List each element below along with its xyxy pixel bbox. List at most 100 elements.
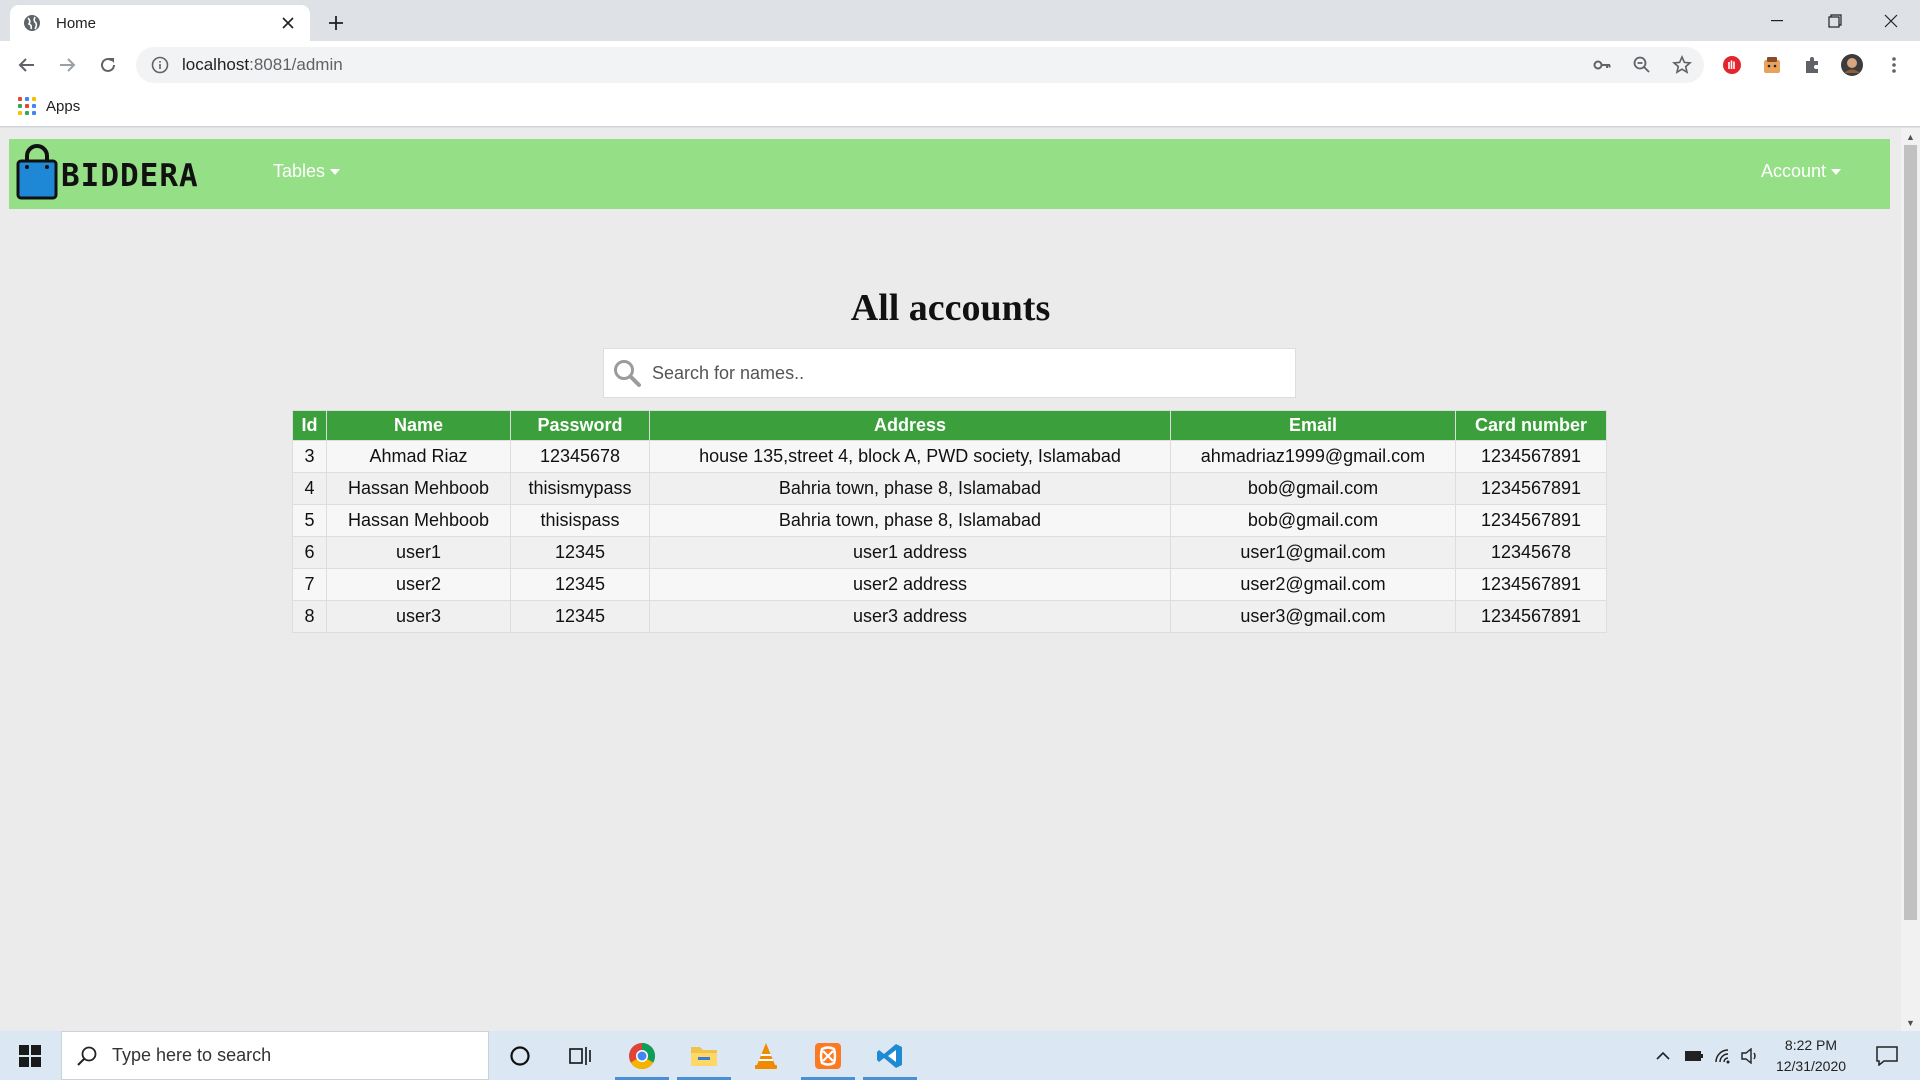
cell-card-number: 1234567891: [1455, 440, 1607, 473]
cell-address: Bahria town, phase 8, Islamabad: [649, 472, 1171, 505]
bookmarks-bar: Apps: [0, 88, 1920, 127]
table-row: 3 Ahmad Riaz 12345678 house 135,street 4…: [292, 440, 1607, 473]
nav-tables-label: Tables: [273, 161, 326, 181]
cell-name: Hassan Mehboob: [326, 504, 511, 537]
battery-icon[interactable]: [1680, 1031, 1708, 1080]
star-icon[interactable]: [1666, 49, 1698, 81]
vlc-icon[interactable]: [736, 1031, 796, 1080]
cell-id: 3: [292, 440, 327, 473]
info-icon[interactable]: [150, 55, 170, 75]
close-window-icon[interactable]: [1862, 0, 1920, 41]
scrollbar-thumb[interactable]: [1904, 145, 1917, 920]
shopping-bag-icon: [16, 144, 58, 200]
column-header-id[interactable]: Id: [292, 410, 327, 441]
cell-name: user1: [326, 536, 511, 569]
address-bar[interactable]: localhost:8081/admin: [136, 47, 1704, 83]
browser-toolbar: localhost:8081/admin: [0, 41, 1920, 88]
cell-email: ahmadriaz1999@gmail.com: [1170, 440, 1456, 473]
cell-password: 12345678: [510, 440, 650, 473]
cell-card-number: 1234567891: [1455, 568, 1607, 601]
column-header-card-number[interactable]: Card number: [1455, 410, 1607, 441]
menu-dots-icon[interactable]: [1878, 49, 1910, 81]
zoom-icon[interactable]: [1626, 49, 1658, 81]
search-icon: [614, 360, 641, 387]
reload-icon[interactable]: [92, 49, 124, 81]
apps-grid-icon: [18, 97, 36, 115]
cell-name: user3: [326, 600, 511, 633]
page-viewport: BIDDERA Tables Account All accounts Id N…: [0, 128, 1920, 1031]
vertical-scrollbar[interactable]: ▲ ▼: [1901, 128, 1920, 1031]
brand-logo[interactable]: BIDDERA: [15, 144, 199, 200]
cell-email: user1@gmail.com: [1170, 536, 1456, 569]
browser-tab-home[interactable]: Home: [10, 5, 310, 41]
system-clock[interactable]: 8:22 PM 12/31/2020: [1752, 1035, 1870, 1077]
column-header-email[interactable]: Email: [1170, 410, 1456, 441]
caret-down-icon: [330, 168, 341, 175]
cell-address: house 135,street 4, block A, PWD society…: [649, 440, 1171, 473]
cell-password: thisispass: [510, 504, 650, 537]
cell-password: 12345: [510, 568, 650, 601]
cell-card-number: 1234567891: [1455, 504, 1607, 537]
cell-password: thisismypass: [510, 472, 650, 505]
caret-down-icon: [1831, 168, 1842, 175]
notification-icon[interactable]: [1862, 1031, 1912, 1080]
column-header-password[interactable]: Password: [510, 410, 650, 441]
adblock-extension-icon[interactable]: [1718, 51, 1746, 79]
cell-password: 12345: [510, 536, 650, 569]
cell-address: Bahria town, phase 8, Islamabad: [649, 504, 1171, 537]
plus-icon[interactable]: [322, 9, 350, 37]
accounts-table: Id Name Password Address Email Card numb…: [292, 410, 1607, 633]
key-icon[interactable]: [1586, 49, 1618, 81]
windows-start-icon[interactable]: [0, 1031, 60, 1080]
vscode-icon[interactable]: [860, 1031, 920, 1080]
cell-email: bob@gmail.com: [1170, 472, 1456, 505]
extensions-icon[interactable]: [1798, 51, 1826, 79]
table-row: 6 user1 12345 user1 address user1@gmail.…: [292, 536, 1607, 569]
search-input[interactable]: [652, 362, 1272, 384]
taskbar-search-box[interactable]: Type here to search: [61, 1031, 489, 1080]
nav-account-dropdown[interactable]: Account: [1761, 161, 1842, 182]
column-header-address[interactable]: Address: [649, 410, 1171, 441]
scroll-down-arrow-icon[interactable]: ▼: [1901, 1014, 1920, 1031]
cell-address: user2 address: [649, 568, 1171, 601]
task-view-icon[interactable]: [550, 1031, 610, 1080]
cell-password: 12345: [510, 600, 650, 633]
cell-address: user3 address: [649, 600, 1171, 633]
xampp-icon[interactable]: [798, 1031, 858, 1080]
cell-card-number: 12345678: [1455, 536, 1607, 569]
cell-name: user2: [326, 568, 511, 601]
profile-icon[interactable]: [1838, 51, 1866, 79]
honey-extension-icon[interactable]: [1758, 51, 1786, 79]
search-box[interactable]: [603, 348, 1296, 398]
cell-address: user1 address: [649, 536, 1171, 569]
cell-name: Hassan Mehboob: [326, 472, 511, 505]
clock-date: 12/31/2020: [1775, 1058, 1847, 1074]
browser-tab-bar: Home: [0, 0, 1920, 41]
chrome-icon[interactable]: [612, 1031, 672, 1080]
apps-bookmark[interactable]: Apps: [18, 97, 80, 115]
forward-arrow-icon[interactable]: [51, 49, 83, 81]
windows-taskbar: Type here to search 8:22 PM 12/31/2020: [0, 1031, 1920, 1080]
cell-email: user3@gmail.com: [1170, 600, 1456, 633]
cell-id: 6: [292, 536, 327, 569]
nav-tables-dropdown[interactable]: Tables: [273, 161, 341, 182]
table-header-row: Id Name Password Address Email Card numb…: [292, 410, 1607, 441]
cortana-icon[interactable]: [490, 1031, 550, 1080]
url-text: localhost:8081/admin: [182, 55, 343, 74]
close-icon[interactable]: [278, 13, 298, 33]
cell-id: 4: [292, 472, 327, 505]
wifi-icon[interactable]: [1710, 1031, 1738, 1080]
search-icon: [77, 1046, 97, 1066]
restore-icon[interactable]: [1806, 0, 1864, 41]
scroll-up-arrow-icon[interactable]: ▲: [1901, 128, 1920, 145]
apps-label: Apps: [46, 97, 81, 115]
cell-name: Ahmad Riaz: [326, 440, 511, 473]
brand-name: BIDDERA: [61, 158, 199, 194]
minimize-icon[interactable]: [1748, 0, 1806, 41]
tray-chevron-up-icon[interactable]: [1650, 1031, 1676, 1080]
cell-card-number: 1234567891: [1455, 600, 1607, 633]
file-explorer-icon[interactable]: [674, 1031, 734, 1080]
globe-icon: [24, 15, 40, 31]
back-arrow-icon[interactable]: [11, 49, 43, 81]
column-header-name[interactable]: Name: [326, 410, 511, 441]
